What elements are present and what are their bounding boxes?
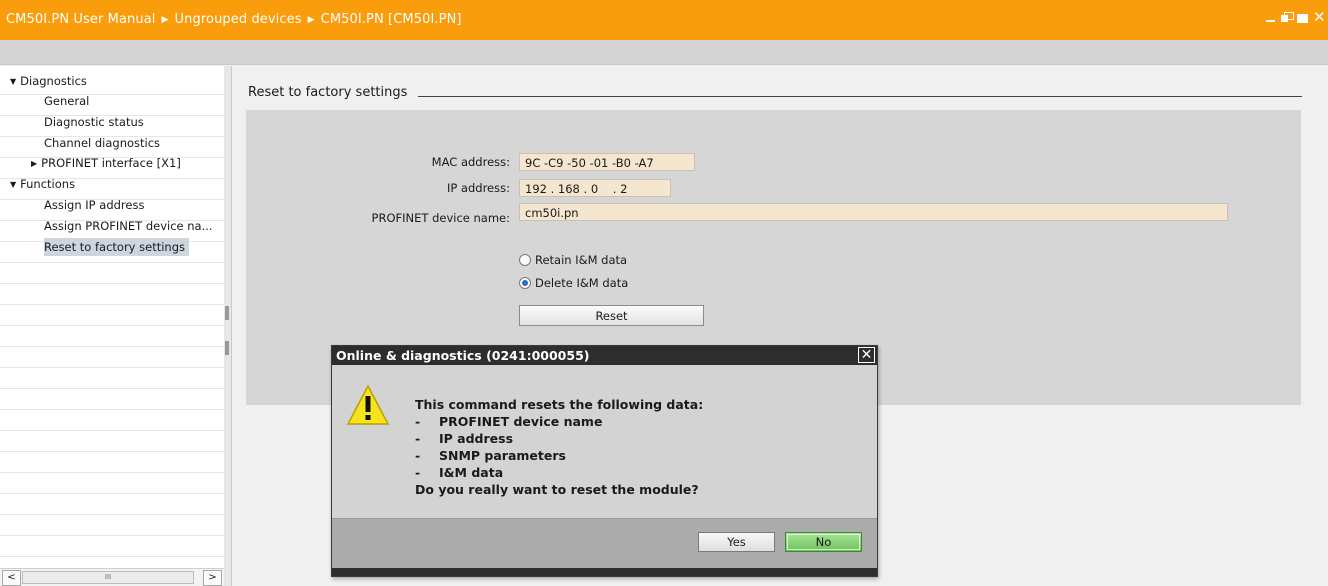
device-name-label: PROFINET device name: bbox=[371, 211, 510, 225]
close-icon[interactable]: ✕ bbox=[1313, 10, 1326, 25]
mac-address-field: 9C -C9 -50 -01 -B0 -A7 bbox=[519, 153, 695, 171]
horizontal-scrollbar[interactable]: < III > bbox=[0, 568, 224, 586]
ip-address-label: IP address: bbox=[446, 181, 510, 195]
expanded-triangle-icon[interactable]: ▼ bbox=[10, 73, 16, 91]
device-name-field: cm50i.pn bbox=[519, 203, 1228, 221]
no-button[interactable]: No bbox=[785, 532, 862, 552]
collapsed-triangle-icon[interactable]: ▶ bbox=[31, 155, 37, 173]
restore-icon[interactable] bbox=[1281, 12, 1294, 23]
confirm-dialog: Online & diagnostics (0241:000055) ✕ Thi… bbox=[331, 345, 878, 577]
minimize-icon[interactable] bbox=[1265, 12, 1276, 23]
breadcrumb-separator-icon: ▶ bbox=[161, 15, 169, 25]
breadcrumb: CM50I.PN User Manual ▶ Ungrouped devices ▶ C… bbox=[6, 12, 462, 27]
breadcrumb-device[interactable]: CM50I.PN [CM50I.PN] bbox=[321, 12, 462, 27]
dialog-bottom-border bbox=[332, 568, 877, 576]
dialog-button-bar: Yes No bbox=[332, 518, 877, 569]
retain-im-data-radio[interactable]: Retain I&M data bbox=[519, 253, 627, 267]
expand-right-icon[interactable] bbox=[225, 341, 229, 355]
dialog-item: - SNMP parameters bbox=[415, 448, 566, 463]
warning-icon bbox=[346, 384, 390, 425]
dialog-item: - PROFINET device name bbox=[415, 414, 603, 429]
dialog-item: - IP address bbox=[415, 431, 514, 446]
breadcrumb-project[interactable]: CM50I.PN User Manual bbox=[6, 12, 156, 27]
radio-unchecked-icon[interactable] bbox=[519, 254, 531, 266]
dialog-close-icon[interactable]: ✕ bbox=[858, 347, 875, 363]
breadcrumb-separator-icon: ▶ bbox=[307, 15, 315, 25]
dialog-question: Do you really want to reset the module? bbox=[415, 482, 699, 497]
scroll-right-icon[interactable]: > bbox=[203, 570, 222, 586]
nav-item-diagnostic-status[interactable]: Diagnostic status bbox=[44, 113, 144, 131]
nav-group-profinet-interface[interactable]: ▶ PROFINET interface [X1] bbox=[31, 154, 181, 172]
title-bar: CM50I.PN User Manual ▶ Ungrouped devices ▶ C… bbox=[0, 0, 1328, 40]
breadcrumb-group[interactable]: Ungrouped devices bbox=[175, 12, 302, 27]
window-controls: ✕ bbox=[1265, 10, 1326, 25]
nav-group-functions[interactable]: ▼ Functions bbox=[10, 175, 75, 193]
dialog-intro: This command resets the following data: bbox=[415, 397, 704, 412]
nav-group-diagnostics[interactable]: ▼ Diagnostics bbox=[10, 72, 87, 90]
maximize-icon[interactable] bbox=[1297, 12, 1308, 23]
dialog-title: Online & diagnostics (0241:000055) bbox=[336, 348, 590, 363]
delete-im-data-radio[interactable]: Delete I&M data bbox=[519, 276, 628, 290]
nav-item-reset-factory-settings[interactable]: Reset to factory settings bbox=[44, 238, 189, 256]
nav-item-channel-diagnostics[interactable]: Channel diagnostics bbox=[44, 134, 160, 152]
mac-address-label: MAC address: bbox=[431, 155, 510, 169]
navigation-tree: ▼ Diagnostics General Diagnostic status C… bbox=[0, 66, 225, 586]
yes-button[interactable]: Yes bbox=[698, 532, 775, 552]
expanded-triangle-icon[interactable]: ▼ bbox=[10, 176, 16, 194]
toolbar-strip bbox=[0, 40, 1328, 65]
ip-address-field: 192 . 168 . 0 . 2 bbox=[519, 179, 671, 197]
nav-item-general[interactable]: General bbox=[44, 92, 89, 110]
nav-item-assign-device-name[interactable]: Assign PROFINET device na... bbox=[44, 217, 213, 235]
dialog-item: - I&M data bbox=[415, 465, 504, 480]
section-title: Reset to factory settings bbox=[248, 85, 408, 100]
radio-checked-icon[interactable] bbox=[519, 277, 531, 289]
reset-button[interactable]: Reset bbox=[519, 305, 704, 326]
nav-item-assign-ip-address[interactable]: Assign IP address bbox=[44, 196, 144, 214]
panel-splitter[interactable] bbox=[224, 66, 232, 586]
scroll-thumb[interactable]: III bbox=[22, 571, 194, 584]
collapse-left-icon[interactable] bbox=[225, 306, 229, 320]
section-divider bbox=[418, 96, 1302, 97]
dialog-message: This command resets the following data: … bbox=[415, 396, 703, 498]
scroll-left-icon[interactable]: < bbox=[2, 570, 21, 586]
dialog-title-bar[interactable]: Online & diagnostics (0241:000055) ✕ bbox=[332, 346, 877, 365]
